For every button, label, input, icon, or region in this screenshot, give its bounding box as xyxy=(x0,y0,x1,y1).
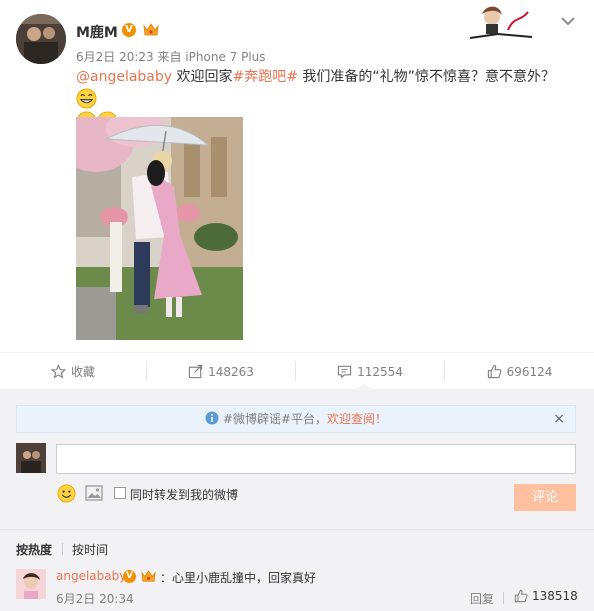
divider xyxy=(62,543,63,555)
image-upload-icon[interactable] xyxy=(85,485,103,501)
thumbs-up-icon xyxy=(514,589,528,603)
sort-by-time[interactable]: 按时间 xyxy=(72,541,108,558)
comment-text: ：心里小鹿乱撞中，回家真好 xyxy=(160,571,317,585)
emoji-picker-icon[interactable] xyxy=(57,484,76,503)
submit-comment-button[interactable]: 评论 xyxy=(514,484,576,511)
my-avatar xyxy=(16,443,46,473)
divider xyxy=(503,592,504,604)
source-prefix: 来自 xyxy=(157,50,182,64)
forward-checkbox[interactable] xyxy=(114,487,126,499)
reply-button[interactable]: 回复 xyxy=(470,590,494,607)
thumbs-up-icon xyxy=(487,364,501,379)
post-text-part-1: 欢迎回家 xyxy=(172,69,233,85)
notice-link[interactable]: 欢迎查阅！ xyxy=(327,412,387,426)
comment-like-count: 138518 xyxy=(532,589,578,603)
grin-emoji xyxy=(76,88,97,109)
comment-input[interactable] xyxy=(56,444,576,474)
weibo-post: M鹿M V 6月2日 20:23 来自 iPhone 7 Plus @angel… xyxy=(0,0,594,352)
comment-time: 6月2日 20:34 xyxy=(56,592,134,606)
like-count: 696124 xyxy=(506,364,553,379)
star-icon xyxy=(50,364,66,379)
vip-crown-icon[interactable] xyxy=(140,569,157,584)
comment-count: 112554 xyxy=(357,364,403,379)
comment-like-button[interactable]: 138518 xyxy=(514,589,578,603)
info-icon xyxy=(205,411,219,425)
close-icon[interactable]: × xyxy=(553,406,565,432)
post-meta: 6月2日 20:23 来自 iPhone 7 Plus xyxy=(76,48,266,65)
post-source: iPhone 7 Plus xyxy=(185,50,266,64)
author-avatar[interactable] xyxy=(16,14,66,64)
repost-button[interactable]: 148263 xyxy=(147,353,295,390)
divider xyxy=(0,529,594,530)
repost-icon xyxy=(188,364,203,379)
post-text-part-2: 我们准备的“礼物”惊不惊喜？意不意外？ xyxy=(297,69,555,85)
favorite-label: 收藏 xyxy=(70,365,95,379)
mention-link[interactable]: @angelababy xyxy=(76,69,172,85)
commenter-name[interactable]: angelababy xyxy=(56,569,126,583)
post-time[interactable]: 6月2日 20:23 xyxy=(76,50,154,64)
sort-by-hot[interactable]: 按热度 xyxy=(16,541,52,558)
hashtag-link[interactable]: #奔跑吧# xyxy=(233,69,298,85)
comment-icon xyxy=(337,365,352,379)
verified-icon: V xyxy=(122,23,136,37)
forward-label: 同时转发到我的微博 xyxy=(130,488,239,502)
banner-art xyxy=(469,6,533,39)
commenter-avatar[interactable] xyxy=(16,569,46,599)
notice-text: #微博辟谣#平台， xyxy=(222,412,328,426)
author-name[interactable]: M鹿M xyxy=(76,22,118,42)
chevron-down-icon[interactable] xyxy=(560,15,576,27)
like-button[interactable]: 696124 xyxy=(445,353,594,390)
repost-count: 148263 xyxy=(208,364,254,379)
rumor-notice: #微博辟谣#平台，欢迎查阅！ × xyxy=(16,405,576,433)
comments-panel: #微博辟谣#平台，欢迎查阅！ × 同时转发到我的微博 评论 按热度 按时间 an… xyxy=(0,389,594,611)
action-bar: 收藏 148263 112554 696124 xyxy=(0,352,594,390)
verified-icon: V xyxy=(123,570,136,583)
vip-crown-icon[interactable] xyxy=(142,22,160,38)
favorite-button[interactable]: 收藏 xyxy=(0,353,146,390)
post-photo[interactable] xyxy=(76,117,243,340)
